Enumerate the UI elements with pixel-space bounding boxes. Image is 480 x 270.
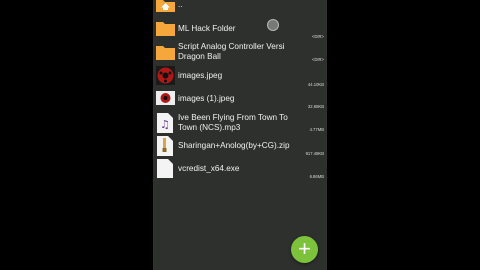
folder-icon [156, 46, 175, 65]
list-item-meta: <DIR> [311, 57, 324, 62]
list-item-meta: 32.68KB [307, 104, 324, 109]
list-item-audio[interactable]: ♫ Ive Been Flying From Town To Town (NCS… [153, 112, 327, 136]
list-item-archive[interactable]: Sharingan+Anolog(by+CG).zip 917.48KB [153, 136, 327, 158]
list-item-name: images.jpeg [178, 71, 223, 80]
list-item-image[interactable]: images (1).jpeg 32.68KB [153, 90, 327, 110]
list-item-meta: 4.77MB [309, 127, 324, 132]
list-item-name-line1: Script Analog Controller Versi [178, 42, 285, 51]
list-item-meta: <DIR> [311, 34, 324, 39]
list-item-name: vcredist_x64.exe [178, 164, 240, 173]
file-manager-screen: .. ML Hack Folder <DIR> Script Analog Co… [153, 0, 327, 270]
add-button[interactable]: + [291, 236, 318, 263]
list-item-meta: 6.86MB [309, 174, 324, 179]
list-item-name-line2: Town (NCS).mp3 [178, 123, 241, 132]
touch-indicator [267, 19, 279, 31]
list-item-name: ML Hack Folder [178, 24, 236, 33]
list-item-folder[interactable]: ML Hack Folder <DIR> [153, 20, 327, 40]
list-item-name: .. [178, 0, 183, 9]
file-icon [157, 159, 173, 183]
list-item-meta: 917.48KB [305, 151, 324, 156]
list-item-name: images (1).jpeg [178, 94, 235, 103]
list-item-name-line1: Ive Been Flying From Town To [178, 113, 288, 122]
list-item-image[interactable]: images.jpeg 44.10KB [153, 66, 327, 88]
zip-file-icon [157, 136, 173, 161]
music-file-icon: ♫ [157, 113, 173, 138]
list-item-parent[interactable]: .. [153, 0, 327, 14]
folder-icon [156, 22, 175, 41]
image-thumbnail-icon [156, 91, 175, 110]
list-item-folder[interactable]: Script Analog Controller Versi Dragon Ba… [153, 42, 327, 64]
parent-folder-icon [156, 0, 175, 17]
svg-text:♫: ♫ [160, 118, 170, 131]
list-item-name-line2: Dragon Ball [178, 52, 221, 61]
list-item-meta: 44.10KB [307, 82, 324, 87]
add-icon: + [298, 236, 311, 261]
image-thumbnail-icon [156, 66, 175, 90]
list-item-name: Sharingan+Anolog(by+CG).zip [178, 141, 290, 150]
list-item-file[interactable]: vcredist_x64.exe 6.86MB [153, 159, 327, 181]
